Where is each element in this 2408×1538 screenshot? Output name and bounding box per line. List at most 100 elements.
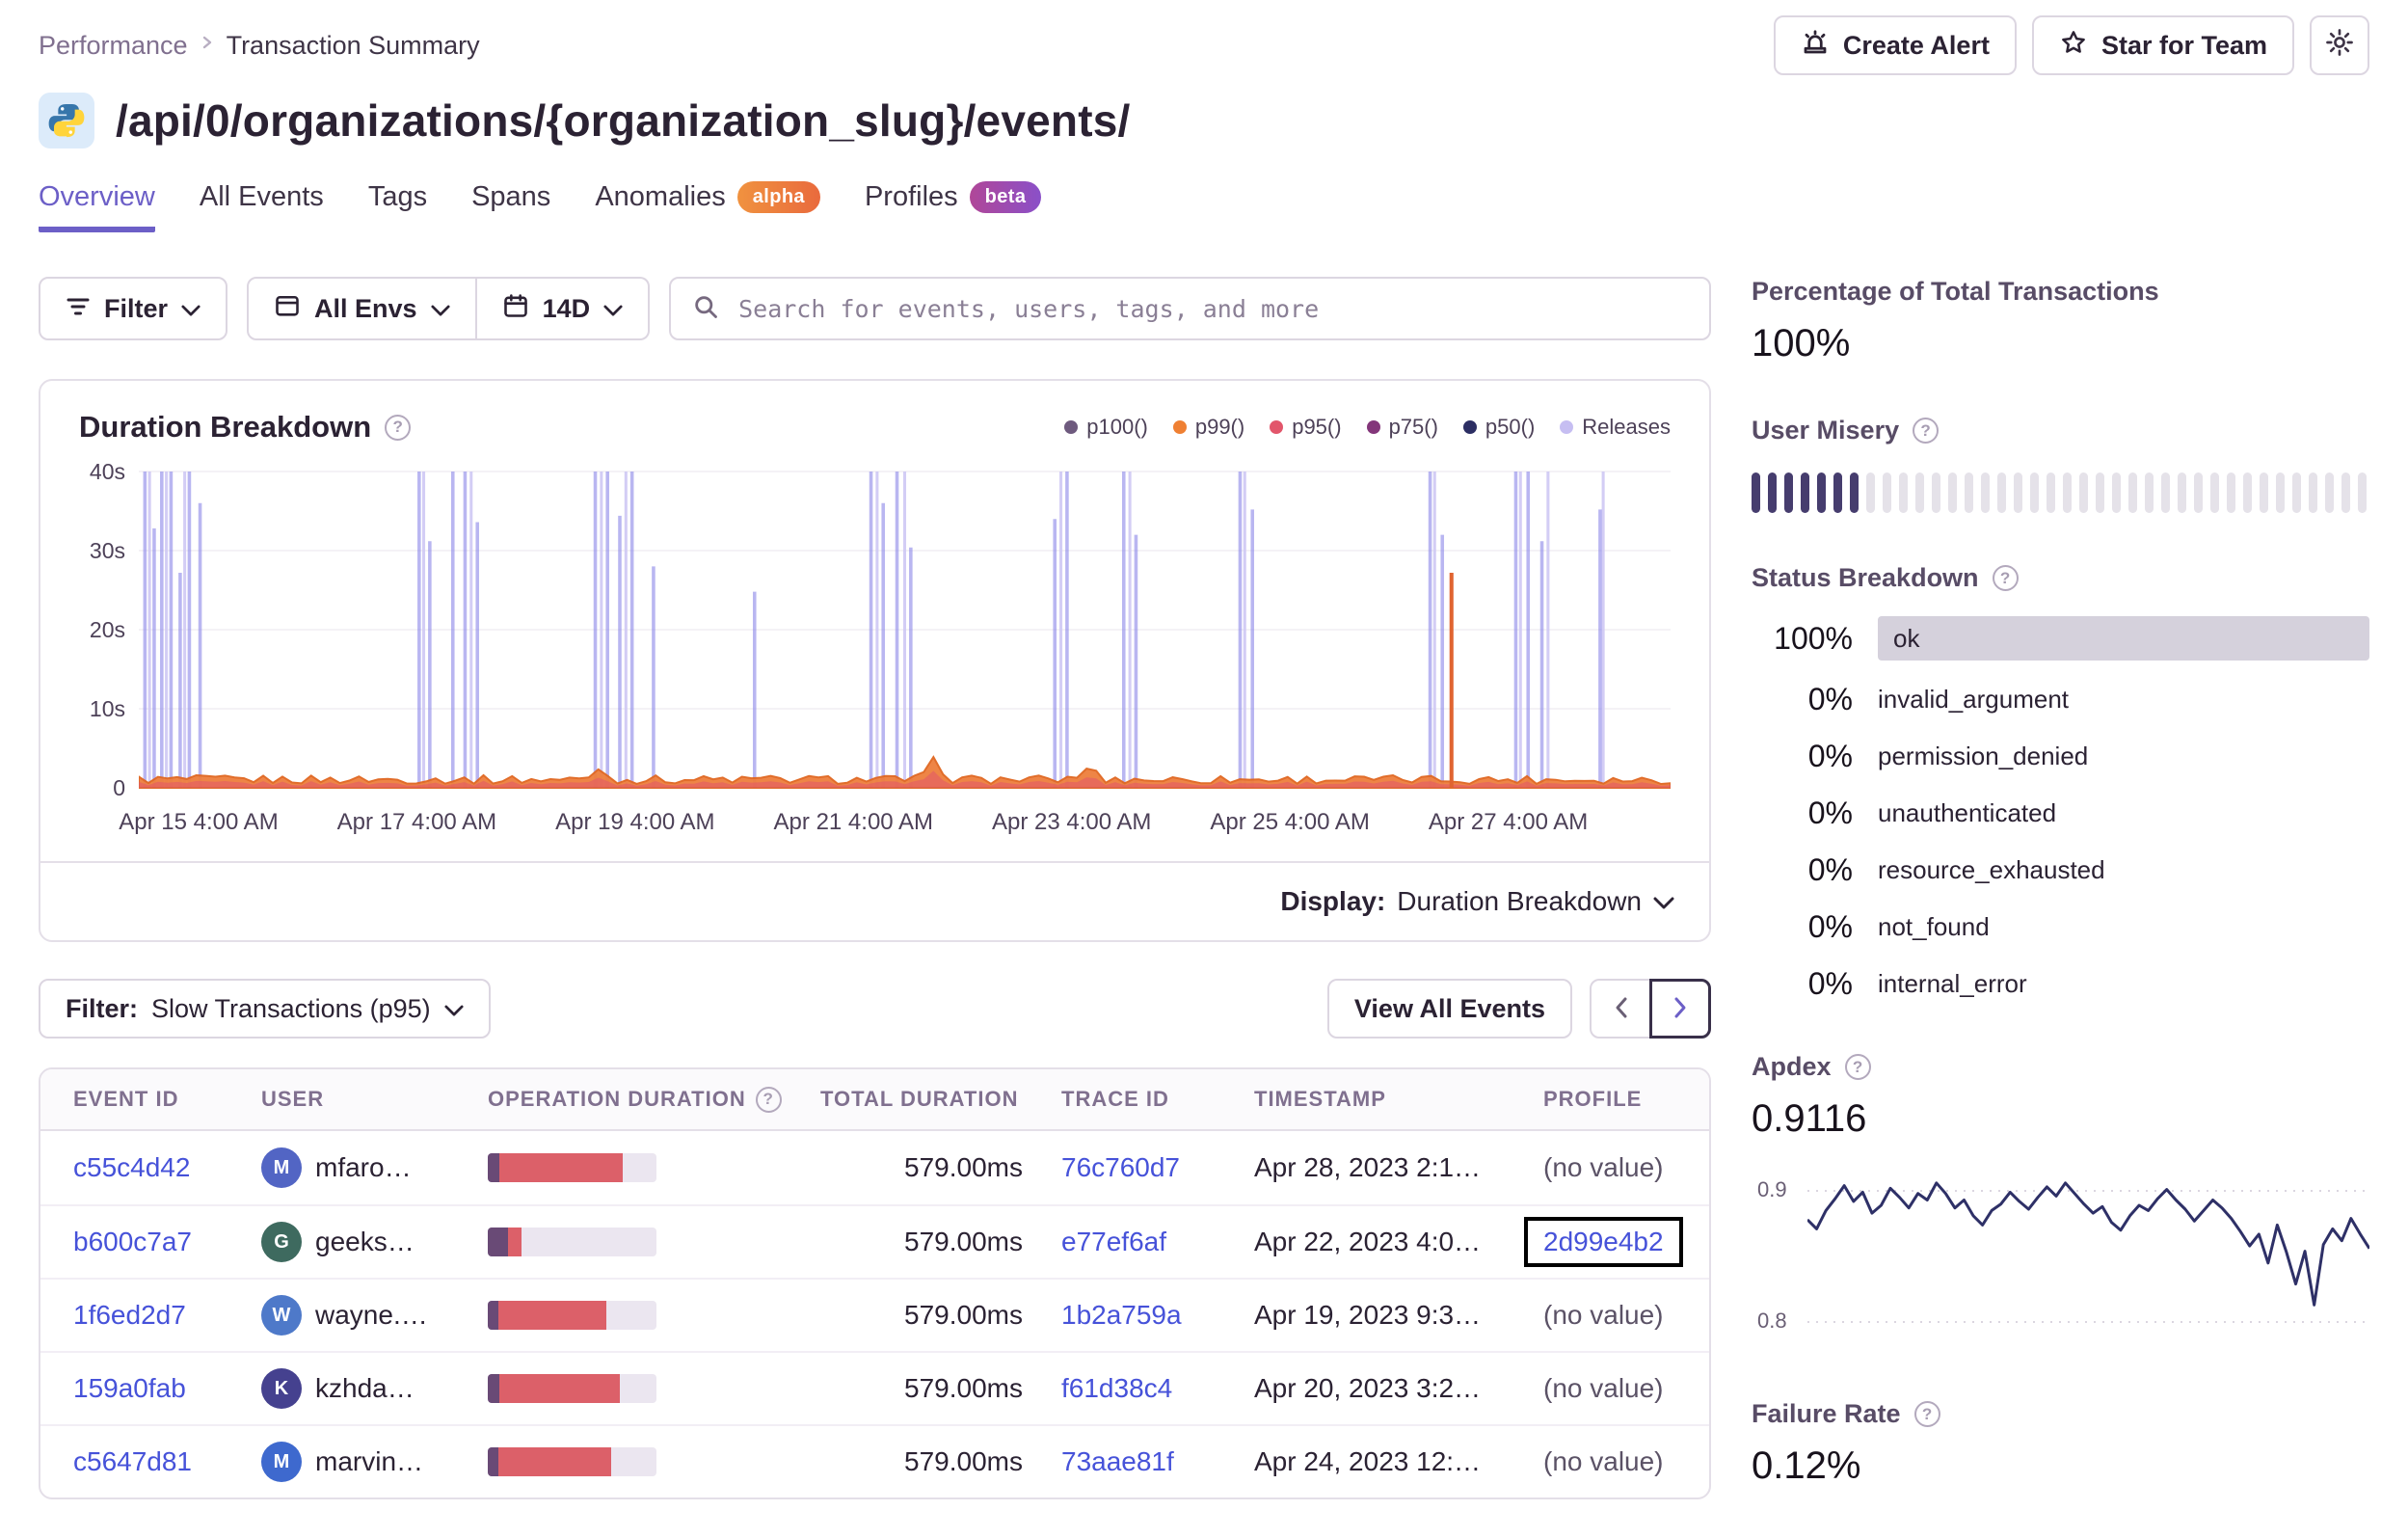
help-icon[interactable]: ? [385,414,412,441]
status-row: 0% permission_denied [1752,739,2369,774]
operation-duration-bar[interactable] [488,1153,656,1182]
misery-tick-empty [2079,472,2088,513]
user-name: geeks… [315,1227,415,1256]
event-id-link[interactable]: 159a0fab [73,1373,186,1403]
environment-selector-button[interactable]: All Envs [247,277,477,340]
tab-spans[interactable]: Spans [471,181,550,232]
table-row: 1f6ed2d7 W wayne.… 579.00ms 1b2a759a Apr… [40,1278,1709,1351]
trace-id-link[interactable]: f61d38c4 [1061,1373,1172,1403]
column-header-user[interactable]: USER [261,1087,488,1112]
avatar: M [261,1147,302,1188]
tab-label: Tags [367,181,428,212]
filter-button[interactable]: Filter [39,277,228,340]
misery-tick-empty [2145,472,2154,513]
column-header-label: USER [261,1087,325,1111]
misery-tick-empty [2276,472,2285,513]
legend-item[interactable]: p95() [1270,415,1342,440]
operation-duration-bar[interactable] [488,1301,656,1330]
tab-profiles[interactable]: Profiles beta [865,181,1042,232]
misery-tick-empty [2260,472,2268,513]
operation-duration-bar[interactable] [488,1374,656,1403]
misery-tick-empty [1883,472,1891,513]
column-header-operation-duration[interactable]: OPERATION DURATION? [488,1086,820,1113]
status-label: internal_error [1878,969,2027,998]
status-label: ok [1893,623,1920,653]
trace-id-cell: 76c760d7 [1061,1152,1254,1183]
help-icon[interactable]: ? [1913,418,1940,444]
next-page-button[interactable] [1649,979,1711,1039]
event-id-link[interactable]: c5647d81 [73,1446,192,1476]
tab-all-events[interactable]: All Events [200,181,324,232]
timestamp-cell: Apr 28, 2023 2:1… [1254,1152,1482,1182]
operation-duration-bar[interactable] [488,1447,656,1476]
tab-tags[interactable]: Tags [368,181,427,232]
trace-id-link[interactable]: 76c760d7 [1061,1152,1180,1182]
previous-page-button[interactable] [1590,979,1651,1039]
legend-item[interactable]: Releases [1560,415,1671,440]
trace-id-link[interactable]: 1b2a759a [1061,1300,1182,1330]
percentage-total-heading: Percentage of Total Transactions [1752,277,2159,306]
chart-title-wrap: Duration Breakdown ? [79,410,412,445]
operation-duration-cell [488,1447,820,1476]
chevron-down-icon[interactable] [1653,886,1674,917]
misery-tick-filled [1817,472,1826,513]
python-icon [39,93,94,148]
user-misery-bar[interactable] [1752,472,2369,513]
status-percent: 0% [1807,739,1853,773]
column-header-profile[interactable]: PROFILE [1543,1087,1676,1112]
legend-dot-icon [1366,420,1380,434]
misery-tick-empty [2341,472,2350,513]
event-id-link[interactable]: b600c7a7 [73,1227,192,1256]
event-id-link[interactable]: c55c4d42 [73,1152,190,1182]
misery-tick-empty [1965,472,1973,513]
column-header-trace-id[interactable]: TRACE ID [1061,1087,1254,1112]
operation-duration-cell [488,1228,820,1256]
siren-icon [1801,28,1830,64]
legend-item[interactable]: p50() [1462,415,1536,440]
chart-body: 40s 30s 20s 10s 0 [40,452,1709,800]
search-input[interactable] [736,293,1688,324]
duration-chart[interactable] [139,464,1671,792]
operation-duration-bar[interactable] [488,1228,656,1256]
column-header-event-id[interactable]: EVENT ID [73,1087,261,1112]
misery-tick-empty [1899,472,1908,513]
date-range-button[interactable]: 14D [476,277,651,340]
star-for-team-button[interactable]: Star for Team [2031,15,2294,75]
chevron-left-icon [1614,996,1628,1022]
tab-overview[interactable]: Overview [39,181,155,232]
misery-tick-empty [2096,472,2104,513]
legend-label: p99() [1194,415,1245,439]
trace-id-link[interactable]: 73aae81f [1061,1446,1174,1476]
status-label: unauthenticated [1878,798,2057,827]
legend-label: p50() [1485,415,1536,439]
create-alert-label: Create Alert [1842,30,1990,60]
help-icon[interactable]: ? [755,1086,782,1113]
column-header-total-duration[interactable]: TOTAL DURATION [820,1087,1061,1112]
trace-id-link[interactable]: e77ef6af [1061,1227,1166,1256]
chart-legend: p100() p99() p95() p75() p50() Releases [1064,415,1671,440]
column-header-timestamp[interactable]: TIMESTAMP [1254,1087,1543,1112]
transaction-filter-button[interactable]: Filter: Slow Transactions (p95) [39,979,491,1039]
apdex-y-top: 0.9 [1757,1177,1787,1201]
settings-button[interactable] [2310,15,2369,75]
tab-anomalies[interactable]: Anomalies alpha [595,181,820,232]
help-icon[interactable]: ? [1913,1401,1940,1427]
view-all-events-button[interactable]: View All Events [1326,979,1572,1039]
chevron-down-icon [444,994,464,1024]
create-alert-button[interactable]: Create Alert [1773,15,2017,75]
trace-id-cell: 1b2a759a [1061,1300,1254,1331]
display-value[interactable]: Duration Breakdown [1397,886,1642,917]
legend-item[interactable]: p99() [1172,415,1245,440]
legend-item[interactable]: p100() [1064,415,1148,440]
profile-link[interactable]: 2d99e4b2 [1524,1217,1683,1267]
misery-tick-filled [1768,472,1777,513]
legend-item[interactable]: p75() [1366,415,1438,440]
help-icon[interactable]: ? [1844,1054,1871,1080]
event-id-link[interactable]: 1f6ed2d7 [73,1300,186,1330]
breadcrumb-separator-icon [200,31,215,61]
breadcrumb-parent[interactable]: Performance [39,31,188,61]
help-icon[interactable]: ? [1992,565,2019,591]
misery-tick-empty [2227,472,2235,513]
calendar-icon [502,292,529,326]
status-label: invalid_argument [1878,685,2070,714]
